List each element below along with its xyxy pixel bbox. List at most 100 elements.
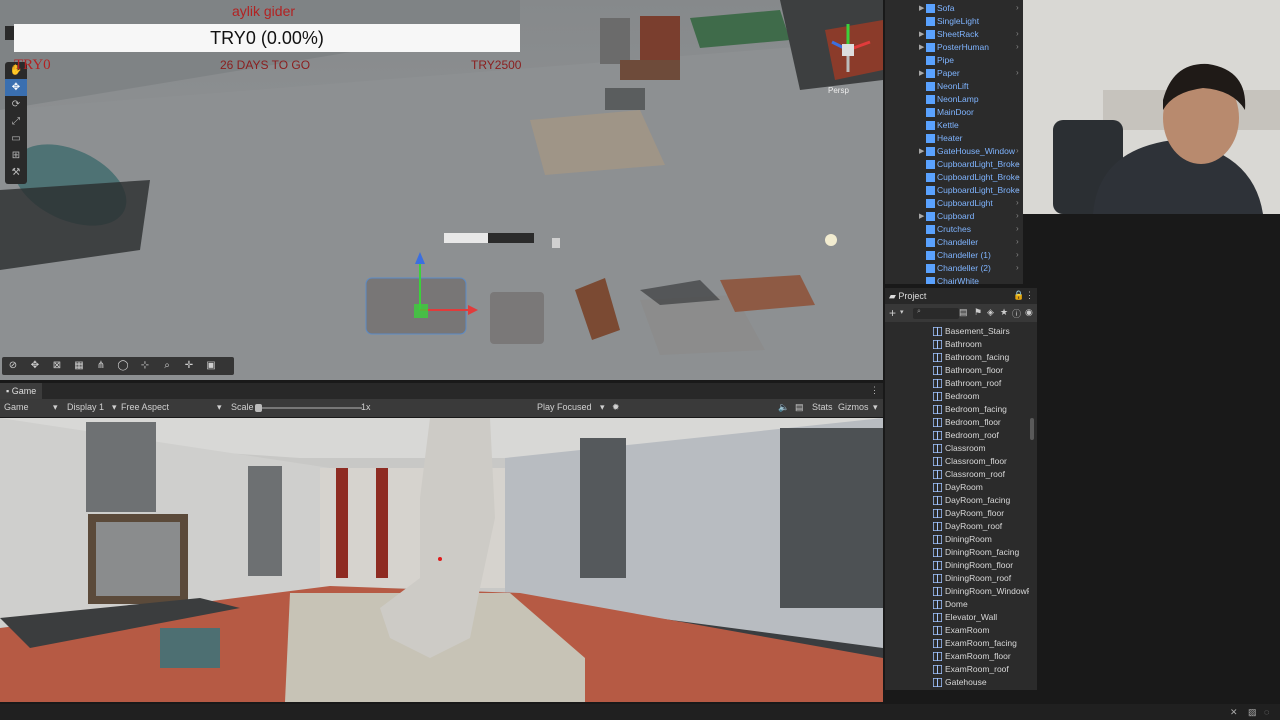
- stats-button[interactable]: Stats: [812, 402, 833, 412]
- hierarchy-item[interactable]: CupboardLight ›: [885, 197, 1023, 210]
- orientation-gizmo-icon[interactable]: [822, 12, 878, 82]
- hierarchy-item[interactable]: Kettle: [885, 119, 1023, 132]
- custom-tool-icon[interactable]: ⚒: [5, 164, 27, 181]
- game-viewport[interactable]: [0, 418, 883, 702]
- expand-arrow-icon[interactable]: ▶: [919, 212, 924, 220]
- list-item[interactable]: Basement_Stairs: [885, 325, 1030, 338]
- view-tool-icon[interactable]: ⊘: [2, 357, 24, 375]
- hierarchy-item[interactable]: Pipe: [885, 54, 1023, 67]
- scene-view[interactable]: ✋ ✥ ⟳ ⤢ ▭ ⊞ ⚒ aylik gider TRY0 (0.00%) T…: [0, 0, 883, 380]
- list-item[interactable]: ExamRoom_floor: [885, 650, 1030, 663]
- progress-icon[interactable]: ◌: [1264, 707, 1269, 717]
- list-item[interactable]: Classroom: [885, 442, 1030, 455]
- save-search-icon[interactable]: ▤: [959, 307, 968, 318]
- hierarchy-panel[interactable]: ▶ Sofa › SingleLight ▶ SheetRack › ▶ PosterHu…: [885, 0, 1023, 284]
- list-item[interactable]: DayRoom: [885, 481, 1030, 494]
- aspect-chevron-icon[interactable]: ▾: [217, 402, 222, 413]
- expand-arrow-icon[interactable]: ▶: [919, 4, 924, 12]
- list-item[interactable]: ExamRoom_roof: [885, 663, 1030, 676]
- zoom-icon[interactable]: ⌕: [156, 357, 178, 375]
- panel-menu-icon[interactable]: ⋮: [1025, 290, 1034, 301]
- expand-arrow-icon[interactable]: ▶: [919, 30, 924, 38]
- cache-icon[interactable]: ▨: [1248, 707, 1257, 718]
- info-icon[interactable]: ⓘ: [1012, 307, 1021, 320]
- chevron-right-icon[interactable]: ›: [1016, 250, 1019, 259]
- rect-tool-icon[interactable]: ▭: [5, 130, 27, 147]
- chevron-right-icon[interactable]: ›: [1016, 42, 1019, 51]
- list-item[interactable]: Dome: [885, 598, 1030, 611]
- list-item[interactable]: Bathroom_facing: [885, 351, 1030, 364]
- chevron-right-icon[interactable]: ›: [1016, 172, 1019, 181]
- chevron-right-icon[interactable]: ›: [1016, 159, 1019, 168]
- list-item[interactable]: DiningRoom_facing: [885, 546, 1030, 559]
- chevron-right-icon[interactable]: ›: [1016, 198, 1019, 207]
- transform-tool-icon[interactable]: ⊞: [5, 147, 27, 164]
- grid-icon[interactable]: ▦: [68, 357, 90, 375]
- hierarchy-item[interactable]: Chandeller ›: [885, 236, 1023, 249]
- project-scrollbar[interactable]: [1029, 322, 1035, 688]
- hierarchy-item[interactable]: CupboardLight_Broke ›: [885, 158, 1023, 171]
- list-item[interactable]: Bedroom_floor: [885, 416, 1030, 429]
- chevron-right-icon[interactable]: ›: [1016, 211, 1019, 220]
- hierarchy-item[interactable]: CupboardLight_Broke ›: [885, 171, 1023, 184]
- game-mode-dropdown[interactable]: Game: [4, 402, 29, 412]
- filter-type-icon[interactable]: ⚑: [974, 307, 982, 318]
- play-mode-chevron-icon[interactable]: ▾: [600, 402, 605, 413]
- list-item[interactable]: Elevator_Wall: [885, 611, 1030, 624]
- hierarchy-item[interactable]: Crutches ›: [885, 223, 1023, 236]
- hierarchy-item[interactable]: Chandeller (1) ›: [885, 249, 1023, 262]
- chevron-right-icon[interactable]: ›: [1016, 237, 1019, 246]
- scale-slider-handle[interactable]: [255, 404, 262, 412]
- move-tool-icon[interactable]: ✥: [5, 79, 27, 96]
- game-mode-chevron-icon[interactable]: ▾: [53, 402, 58, 413]
- hierarchy-item[interactable]: NeonLift: [885, 80, 1023, 93]
- add-chevron-icon[interactable]: ▾: [900, 308, 904, 316]
- scale-slider-track[interactable]: [258, 407, 362, 409]
- project-scrollbar-thumb[interactable]: [1030, 418, 1034, 440]
- expand-arrow-icon[interactable]: ▶: [919, 69, 924, 77]
- scene-viewport[interactable]: [0, 0, 883, 380]
- lighting-icon[interactable]: ⋔: [90, 357, 112, 375]
- game-scene-render[interactable]: [0, 418, 883, 702]
- chevron-right-icon[interactable]: ›: [1016, 3, 1019, 12]
- global-icon[interactable]: ◯: [112, 357, 134, 375]
- display-dropdown[interactable]: Display 1: [67, 402, 104, 412]
- list-item[interactable]: Bathroom: [885, 338, 1030, 351]
- settings-icon[interactable]: ✹: [612, 402, 620, 413]
- hierarchy-item[interactable]: ▶ Paper ›: [885, 67, 1023, 80]
- aspect-dropdown[interactable]: Free Aspect: [121, 402, 169, 412]
- chevron-right-icon[interactable]: ›: [1016, 29, 1019, 38]
- chevron-right-icon[interactable]: ›: [1016, 68, 1019, 77]
- list-item[interactable]: Bathroom_floor: [885, 364, 1030, 377]
- list-item[interactable]: Classroom_roof: [885, 468, 1030, 481]
- list-item[interactable]: Bathroom_roof: [885, 377, 1030, 390]
- hierarchy-item[interactable]: CupboardLight_Broke ›: [885, 184, 1023, 197]
- tab-game[interactable]: ▪ Game: [0, 383, 43, 399]
- move-icon[interactable]: ✥: [24, 357, 46, 375]
- list-item[interactable]: ExamRoom: [885, 624, 1030, 637]
- chevron-right-icon[interactable]: ›: [1016, 224, 1019, 233]
- audio-icon[interactable]: 🔈: [778, 402, 789, 413]
- camera-icon[interactable]: ▣: [200, 357, 222, 375]
- hierarchy-item[interactable]: Heater: [885, 132, 1023, 145]
- hierarchy-item[interactable]: MainDoor: [885, 106, 1023, 119]
- tab-project[interactable]: ▰ Project: [889, 288, 926, 304]
- gizmos-chevron-icon[interactable]: ▾: [873, 402, 878, 413]
- gizmos-button[interactable]: Gizmos: [838, 402, 869, 412]
- play-mode-dropdown[interactable]: Play Focused: [537, 402, 592, 412]
- expand-arrow-icon[interactable]: ▶: [919, 43, 924, 51]
- rotate-tool-icon[interactable]: ⟳: [5, 96, 27, 113]
- center-icon[interactable]: ✛: [178, 357, 200, 375]
- list-item[interactable]: DayRoom_facing: [885, 494, 1030, 507]
- chevron-right-icon[interactable]: ›: [1016, 185, 1019, 194]
- snap-icon[interactable]: ⊠: [46, 357, 68, 375]
- chevron-right-icon[interactable]: ›: [1016, 146, 1019, 155]
- chevron-right-icon[interactable]: ›: [1016, 263, 1019, 272]
- list-item[interactable]: DayRoom_roof: [885, 520, 1030, 533]
- list-item[interactable]: Bedroom: [885, 390, 1030, 403]
- list-item[interactable]: DiningRoom_floor: [885, 559, 1030, 572]
- stats-grid-icon[interactable]: ▤: [795, 402, 804, 413]
- hierarchy-item[interactable]: Chandeller (2) ›: [885, 262, 1023, 275]
- add-icon[interactable]: +: [889, 306, 896, 320]
- lock-icon[interactable]: 🔒: [1013, 290, 1024, 301]
